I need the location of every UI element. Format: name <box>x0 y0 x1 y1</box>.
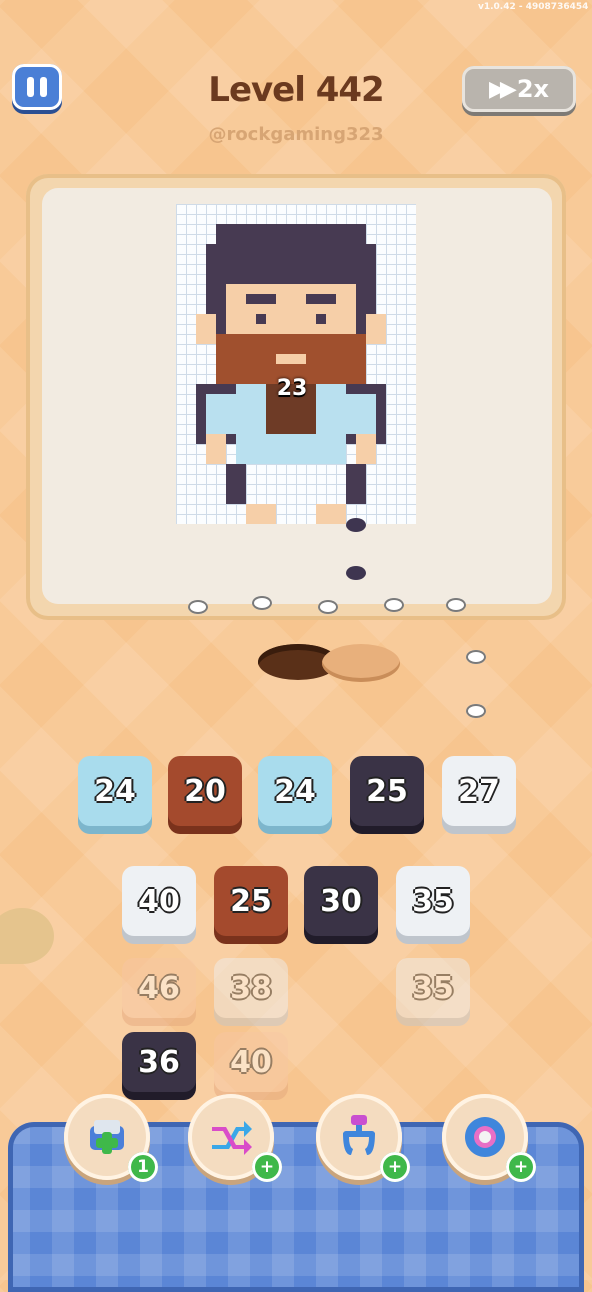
username-watermark: @rockgaming323 <box>208 124 384 145</box>
stack-tile[interactable]: 25 <box>214 866 288 936</box>
speed-label: 2x <box>516 75 550 103</box>
magnet-claw-icon <box>343 1115 375 1155</box>
tile-value: 24 <box>274 773 316 809</box>
booster-add-badge[interactable]: + <box>252 1152 282 1182</box>
ant-icon <box>188 600 208 614</box>
ant-icon <box>346 518 366 532</box>
ant-icon <box>446 598 466 612</box>
tile-value: 38 <box>230 970 272 1006</box>
ant-icon <box>384 598 404 612</box>
booster-add-badge[interactable]: + <box>506 1152 536 1182</box>
color-tile[interactable]: 25 <box>350 756 424 826</box>
stack-tile[interactable]: 40 <box>122 866 196 936</box>
tile-value: 40 <box>138 883 180 919</box>
fast-forward-icon: ▶▶ <box>488 76 517 102</box>
ant-icon <box>466 650 486 664</box>
pixel-art-portrait <box>196 224 386 524</box>
color-tile[interactable]: 27 <box>442 756 516 826</box>
tile-value: 30 <box>320 883 362 919</box>
booster-add-badge[interactable]: + <box>380 1152 410 1182</box>
tile-value: 36 <box>138 1044 180 1080</box>
color-tile[interactable]: 24 <box>78 756 152 826</box>
color-tile[interactable]: 24 <box>258 756 332 826</box>
stack-tile-locked: 38 <box>214 958 288 1018</box>
tile-value: 25 <box>230 883 272 919</box>
ant-icon <box>346 566 366 580</box>
ant-icon <box>252 596 272 610</box>
tile-value: 40 <box>230 1044 272 1080</box>
add-tray-icon <box>90 1120 124 1154</box>
color-tile[interactable]: 20 <box>168 756 242 826</box>
stack-tile[interactable]: 35 <box>396 866 470 936</box>
tile-value: 27 <box>458 773 500 809</box>
leaf-decoration <box>0 908 54 964</box>
stack-tile-locked: 35 <box>396 958 470 1018</box>
version-label: v1.0.42 - 4908736454 <box>478 2 589 12</box>
tile-value: 20 <box>184 773 226 809</box>
tile-value: 46 <box>138 970 180 1006</box>
ant-icon <box>318 600 338 614</box>
pixel-art-grid <box>176 204 416 524</box>
ant-icon <box>466 704 486 718</box>
stack-tile[interactable]: 36 <box>122 1032 196 1092</box>
speed-toggle-button[interactable]: ▶▶ 2x <box>462 66 576 112</box>
stack-tile-locked: 46 <box>122 958 196 1018</box>
tile-value: 25 <box>366 773 408 809</box>
tile-value: 24 <box>94 773 136 809</box>
shuffle-arrows-icon <box>212 1121 252 1155</box>
stack-tile[interactable]: 30 <box>304 866 378 936</box>
booster-count-badge: 1 <box>128 1152 158 1182</box>
hole-lid <box>322 644 400 682</box>
tile-value: 35 <box>412 883 454 919</box>
remaining-pixels-count: 23 <box>276 376 308 401</box>
tile-value: 35 <box>412 970 454 1006</box>
stack-tile-locked: 40 <box>214 1032 288 1092</box>
bolt-screw-icon <box>465 1117 505 1157</box>
